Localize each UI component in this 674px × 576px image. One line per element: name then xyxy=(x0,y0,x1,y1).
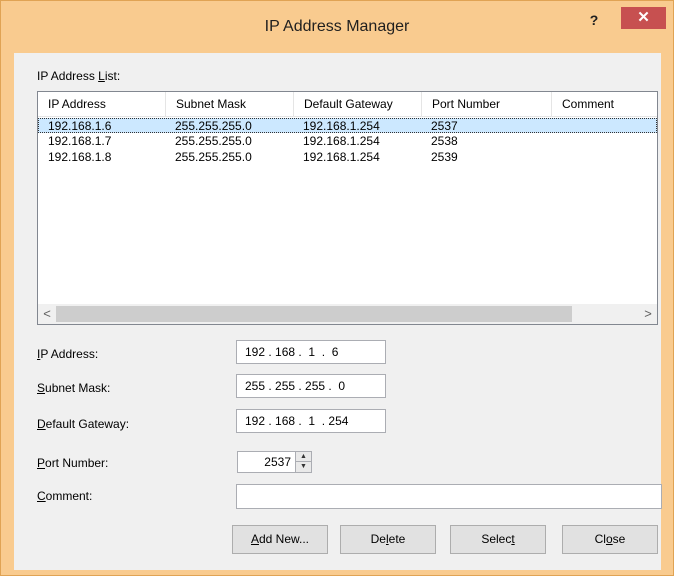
subnet-mask-field[interactable]: 255 . 255 . 255 . 0 xyxy=(236,374,386,398)
scrollbar-thumb[interactable] xyxy=(56,306,572,322)
port-number-label: Port Number: xyxy=(37,456,109,470)
default-gateway-field[interactable]: 192 . 168 . 1 . 254 xyxy=(236,409,386,433)
scroll-left-arrow-icon[interactable]: < xyxy=(38,304,56,324)
list-row-selected[interactable]: 192.168.1.6 255.255.255.0 192.168.1.254 … xyxy=(38,118,657,133)
row-default-gateway: 192.168.1.254 xyxy=(303,119,380,133)
horizontal-scrollbar[interactable]: < > xyxy=(38,304,657,324)
row-subnet-mask: 255.255.255.0 xyxy=(175,150,252,164)
select-button[interactable]: Select xyxy=(450,525,546,554)
row-subnet-mask: 255.255.255.0 xyxy=(175,119,252,133)
column-header-ip-address[interactable]: IP Address xyxy=(38,92,166,116)
dialog-body: IP Address List: IP Address Subnet Mask … xyxy=(14,53,662,570)
ip-address-field[interactable]: 192 . 168 . 1 . 6 xyxy=(236,340,386,364)
close-button[interactable]: Close xyxy=(562,525,658,554)
row-ip-address: 192.168.1.8 xyxy=(48,150,112,164)
column-header-default-gateway[interactable]: Default Gateway xyxy=(294,92,422,116)
delete-button[interactable]: Delete xyxy=(340,525,436,554)
ip-address-list[interactable]: IP Address Subnet Mask Default Gateway P… xyxy=(37,91,658,325)
ip-address-manager-window: IP Address Manager ? ✕ IP Address List: … xyxy=(0,0,674,576)
comment-label: Comment: xyxy=(37,489,93,503)
port-number-stepper[interactable]: 2537 ▲ ▼ xyxy=(237,451,312,473)
port-number-value[interactable]: 2537 xyxy=(264,452,291,472)
comment-field[interactable] xyxy=(236,484,662,509)
ip-address-label: IP Address: xyxy=(37,347,99,361)
row-ip-address: 192.168.1.6 xyxy=(48,119,112,133)
row-ip-address: 192.168.1.7 xyxy=(48,134,112,148)
add-new-button[interactable]: Add New... xyxy=(232,525,328,554)
title-bar[interactable]: IP Address Manager ? ✕ xyxy=(1,1,673,53)
row-port-number: 2537 xyxy=(431,119,458,133)
row-default-gateway: 192.168.1.254 xyxy=(303,134,380,148)
list-header: IP Address Subnet Mask Default Gateway P… xyxy=(38,92,657,117)
stepper-down-icon[interactable]: ▼ xyxy=(296,462,311,472)
column-header-port-number[interactable]: Port Number xyxy=(422,92,552,116)
list-row[interactable]: 192.168.1.7 255.255.255.0 192.168.1.254 … xyxy=(38,134,657,149)
list-row[interactable]: 192.168.1.8 255.255.255.0 192.168.1.254 … xyxy=(38,150,657,165)
subnet-mask-label: Subnet Mask: xyxy=(37,381,111,395)
row-port-number: 2539 xyxy=(431,150,458,164)
row-subnet-mask: 255.255.255.0 xyxy=(175,134,252,148)
default-gateway-label: Default Gateway: xyxy=(37,417,130,431)
column-header-subnet-mask[interactable]: Subnet Mask xyxy=(166,92,294,116)
help-button[interactable]: ? xyxy=(581,9,607,31)
row-default-gateway: 192.168.1.254 xyxy=(303,150,380,164)
row-port-number: 2538 xyxy=(431,134,458,148)
column-header-comment[interactable]: Comment xyxy=(552,92,657,116)
scroll-right-arrow-icon[interactable]: > xyxy=(639,304,657,324)
stepper-buttons: ▲ ▼ xyxy=(295,452,311,472)
stepper-up-icon[interactable]: ▲ xyxy=(296,452,311,462)
ip-address-list-label: IP Address List: xyxy=(37,69,121,83)
window-title: IP Address Manager xyxy=(264,18,410,35)
close-window-button[interactable]: ✕ xyxy=(621,7,666,29)
